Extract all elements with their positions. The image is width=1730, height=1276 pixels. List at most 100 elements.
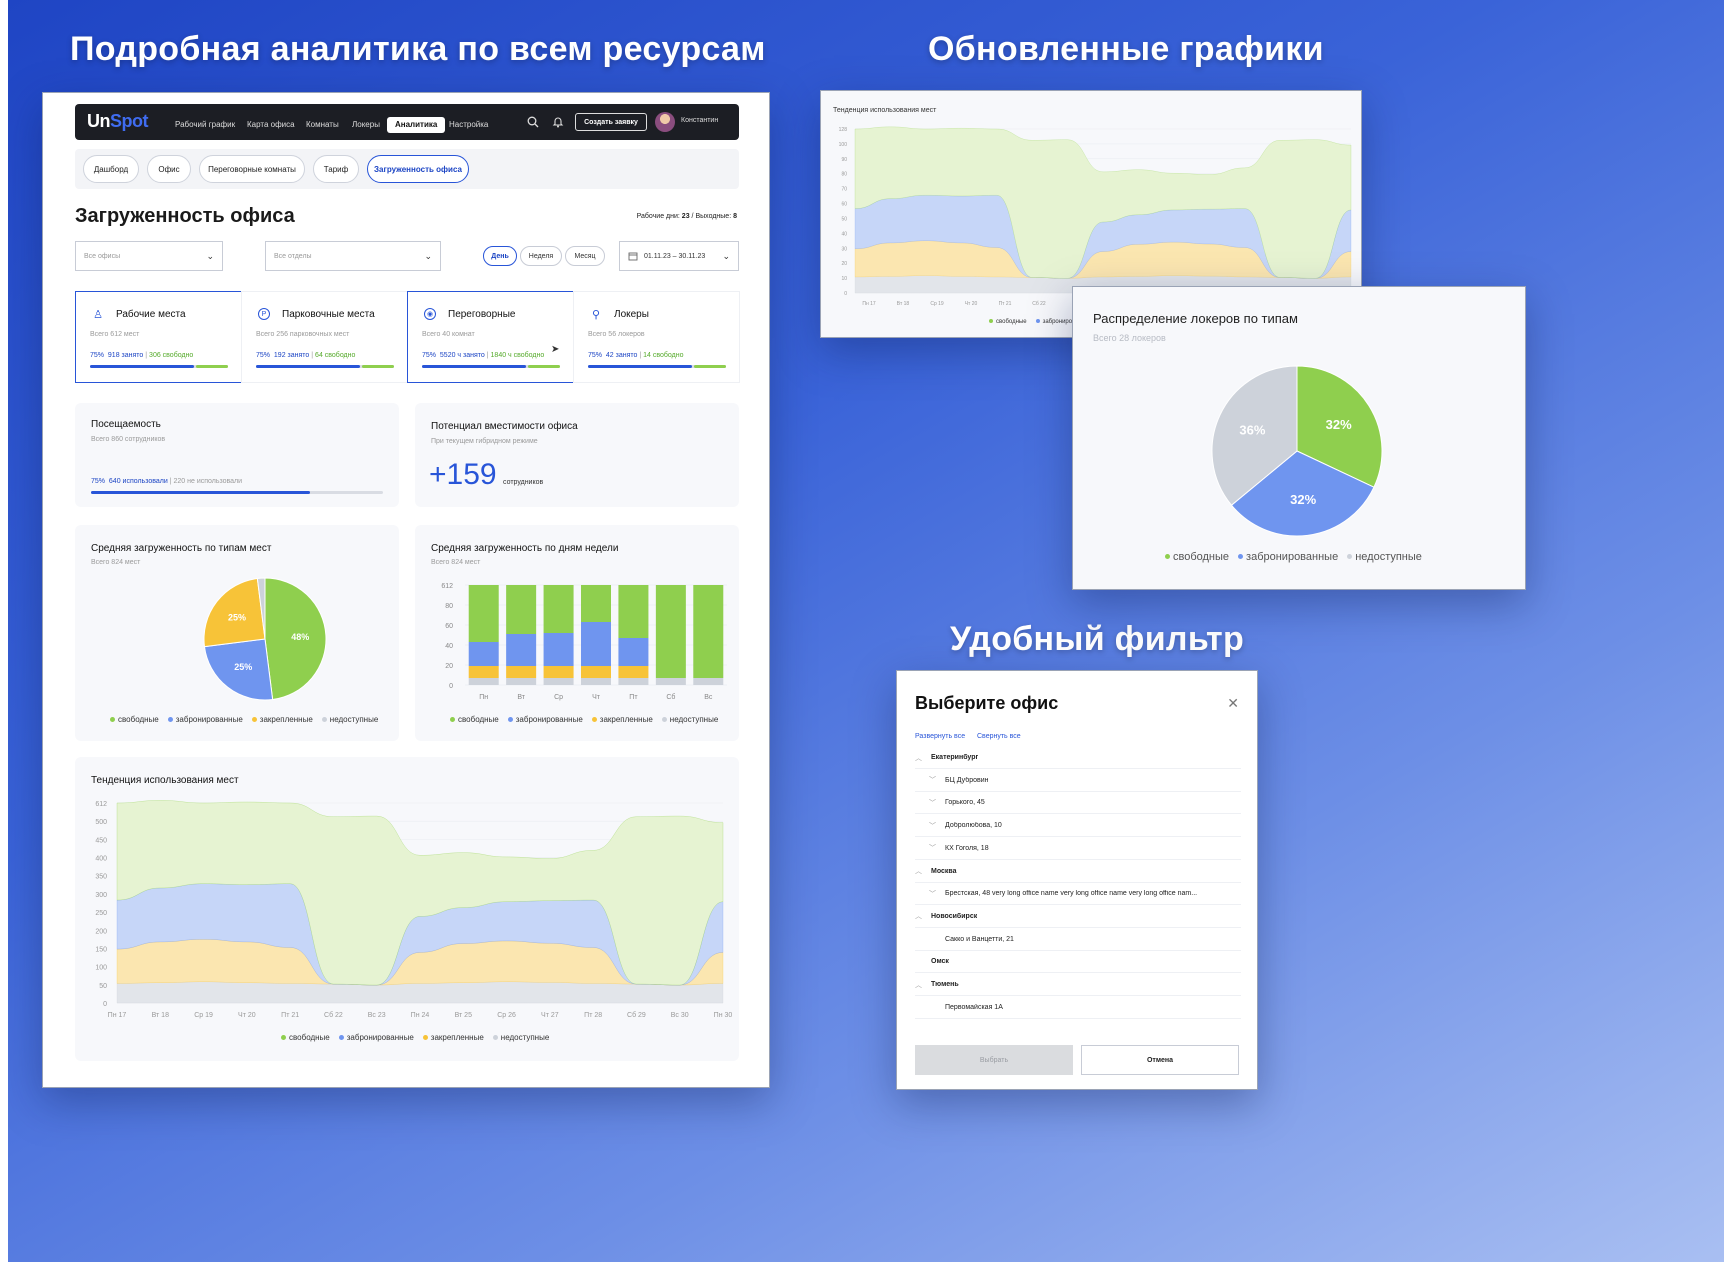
avatar[interactable] [655, 112, 675, 132]
y-tick-label: 250 [95, 910, 107, 917]
bar-Сб-недоступные [655, 678, 686, 685]
y-tick-label: 150 [95, 946, 107, 953]
bar-Ср-недоступные [543, 678, 574, 685]
tree-item[interactable]: ﹀ КХ Гоголя, 18 [915, 838, 1241, 860]
trend-legend: свободные забронированные закрепленные недо… [281, 1033, 558, 1042]
tab-office[interactable]: Офис [147, 155, 191, 183]
attendance-bar [91, 491, 383, 494]
meeting-icon: ◉ [424, 308, 436, 320]
close-icon[interactable]: ✕ [1227, 695, 1239, 712]
tab-meeting-rooms[interactable]: Переговорные комнаты [199, 155, 305, 183]
x-tick-label: Чт 20 [965, 301, 978, 307]
bar-legend: свободные забронированные закрепленные недо… [450, 715, 727, 724]
period-day[interactable]: День [483, 246, 517, 266]
chevron-down-icon[interactable]: ﹀ [929, 889, 941, 899]
search-icon[interactable] [527, 116, 539, 128]
trend-area-chart: 612500450400350300250200150100500Пн 17 Вт… [95, 800, 733, 1019]
promo-canvas: Подробная аналитика по всем ресурсам Обн… [8, 0, 1724, 1262]
x-tick-label: Вс [704, 694, 713, 701]
resource-card-lockers[interactable]: ⚲ Локеры Всего 56 локеров 75% 42 занято … [573, 291, 740, 383]
lockers-pie-screenshot: Распределение локеров по типам Всего 28 … [1072, 286, 1526, 590]
nav-analytics[interactable]: Аналитика [387, 117, 446, 133]
tree-item[interactable]: ﹀ Горького, 45 [915, 792, 1241, 815]
tree-item[interactable]: ﹀ БЦ Дубровин [915, 770, 1241, 792]
nav-lockers[interactable]: Локеры [352, 117, 380, 133]
chevron-down-icon[interactable]: ﹀ [929, 775, 941, 785]
x-tick-label: Чт 27 [541, 1012, 559, 1019]
tree-label: Новосибирск [931, 912, 978, 920]
tree-item[interactable]: Сакко и Ванцетти, 21 [915, 929, 1241, 951]
tree-group[interactable]: ︿ Москва [915, 861, 1241, 883]
tab-tariff[interactable]: Тариф [313, 155, 359, 183]
y-tick-label: 50 [841, 216, 847, 222]
resource-card-parking[interactable]: P Парковочные места Всего 256 парковочны… [241, 291, 408, 383]
chevron-up-icon[interactable]: ︿ [915, 753, 927, 763]
period-month[interactable]: Месяц [565, 246, 605, 266]
tree-label: Москва [931, 867, 957, 875]
collapse-all-link[interactable]: Свернуть все [977, 733, 1021, 740]
progress-bar [256, 365, 394, 368]
logo[interactable]: UnSpot [87, 111, 149, 132]
y-tick-label: 100 [95, 965, 107, 972]
progress-bar [90, 365, 228, 368]
x-tick-label: Сб 22 [1032, 301, 1046, 307]
select-button[interactable]: Выбрать [915, 1045, 1073, 1075]
offices-select[interactable]: Все офисы ⌄ [75, 241, 223, 271]
x-tick-label: Пн 30 [714, 1012, 733, 1019]
key-icon: ⚲ [591, 308, 601, 321]
tree-group[interactable]: ︿ Екатеринбург [915, 747, 1241, 769]
cancel-button[interactable]: Отмена [1081, 1045, 1239, 1075]
y-tick-label: 50 [99, 983, 107, 990]
tab-dashboard[interactable]: Дашборд [83, 155, 139, 183]
bar-Вт-забронированные [506, 634, 537, 666]
y-tick-label: 400 [95, 856, 107, 863]
chevron-up-icon[interactable]: ︿ [915, 866, 927, 876]
bar-card-weekdays: Средняя загруженность по дням недели Все… [415, 525, 739, 741]
y-tick-label: 80 [445, 603, 453, 610]
resource-card-meeting-rooms[interactable]: ◉ Переговорные Всего 40 комнат 75% 5520 … [407, 291, 574, 383]
period-week[interactable]: Неделя [520, 246, 562, 266]
date-range-picker[interactable]: 01.11.23 – 30.11.23 ⌄ [619, 241, 739, 271]
y-tick-label: 612 [95, 801, 107, 808]
tree-item[interactable]: ﹀ Добролюбова, 10 [915, 815, 1241, 838]
heading-charts: Обновленные графики [928, 30, 1324, 68]
tree-item[interactable]: ﹀ Брестская, 48 very long office name ver… [915, 883, 1241, 906]
tab-office-load[interactable]: Загруженность офиса [367, 155, 469, 183]
attendance-card: Посещаемость Всего 860 сотрудников 75% 6… [75, 403, 399, 507]
chevron-down-icon[interactable]: ﹀ [929, 821, 941, 831]
pie-card-types: Средняя загруженность по типам мест Всег… [75, 525, 399, 741]
tree-item[interactable]: Первомайская 1А [915, 997, 1241, 1019]
tree-group[interactable]: ︿ Тюмень [915, 974, 1241, 996]
bar-Ср-забронированные [543, 633, 574, 666]
nav-rooms[interactable]: Комнаты [306, 117, 339, 133]
create-request-button[interactable]: Создать заявку [575, 113, 647, 131]
tree-group[interactable]: ︿ Новосибирск [915, 906, 1241, 928]
bell-icon[interactable] [552, 116, 564, 128]
x-tick-label: Вс 23 [368, 1012, 386, 1019]
nav-settings[interactable]: Настройка [449, 117, 488, 133]
dashboard-screenshot: UnSpot Рабочий график Карта офиса Комнат… [42, 92, 770, 1088]
y-tick-label: 128 [839, 127, 848, 133]
office-tree: ︿ Екатеринбург ﹀ БЦ Дубровин ﹀ Горького, 45 ﹀ Д… [897, 747, 1259, 1019]
progress-bar [422, 365, 560, 368]
departments-select[interactable]: Все отделы ⌄ [265, 241, 441, 271]
chevron-up-icon[interactable]: ︿ [915, 980, 927, 990]
tree-group[interactable]: Омск [915, 951, 1241, 974]
x-tick-label: Чт 20 [238, 1012, 256, 1019]
chevron-up-icon[interactable]: ︿ [915, 911, 927, 921]
chevron-down-icon[interactable]: ﹀ [929, 798, 941, 808]
chevron-down-icon[interactable]: ﹀ [929, 843, 941, 853]
expand-all-link[interactable]: Развернуть все [915, 733, 965, 740]
chevron-down-icon: ⌄ [424, 250, 432, 261]
nav-office-map[interactable]: Карта офиса [247, 117, 295, 133]
nav-schedule[interactable]: Рабочий график [175, 117, 235, 133]
x-tick-label: Пт 21 [999, 301, 1012, 307]
bar-Сб-свободные [655, 585, 686, 678]
bar-Пт-закрепленные [618, 666, 649, 678]
x-tick-label: Вт 18 [897, 301, 910, 307]
y-tick-label: 30 [841, 246, 847, 252]
y-tick-label: 350 [95, 874, 107, 881]
y-tick-label: 612 [441, 583, 453, 590]
tree-label: КХ Гоголя, 18 [945, 844, 989, 852]
resource-card-workplaces[interactable]: ♙ Рабочие места Всего 612 мест 75% 918 з… [75, 291, 242, 383]
